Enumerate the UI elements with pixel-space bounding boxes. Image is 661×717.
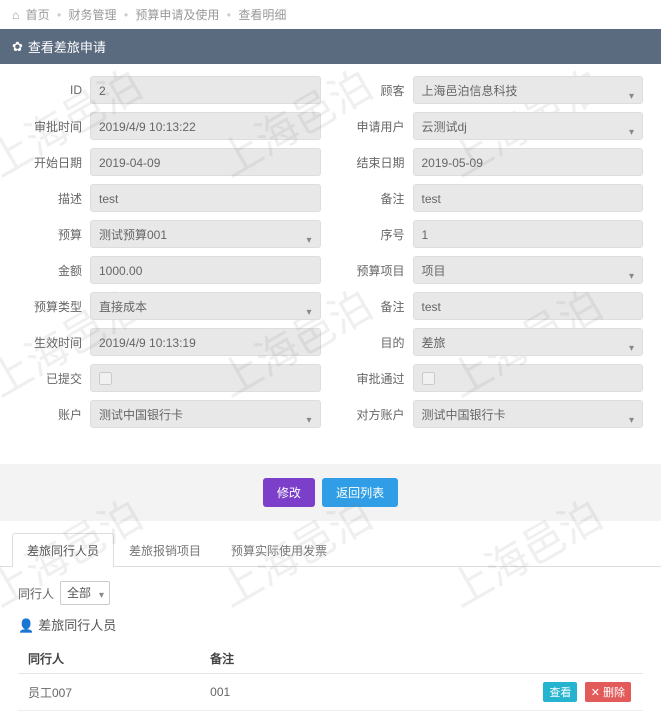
chevron-right-icon: • xyxy=(57,8,61,22)
form-label: 已提交 xyxy=(18,370,90,387)
text-field[interactable]: test xyxy=(413,292,644,320)
checkbox[interactable] xyxy=(422,372,435,385)
panel-header: ✿ 查看差旅申请 xyxy=(0,29,661,64)
user-icon: 👤 xyxy=(18,618,34,633)
companions-table: 同行人 备注 员工007001查看 ✕ 删除 xyxy=(18,640,643,711)
tabs: 差旅同行人员差旅报销项目预算实际使用发票 xyxy=(0,533,661,567)
text-field[interactable]: 2019-05-09 xyxy=(413,148,644,176)
table-header-person: 同行人 xyxy=(18,640,200,674)
form-label: ID xyxy=(18,83,90,97)
filter-row: 同行人 全部 xyxy=(18,581,643,605)
form-label: 备注 xyxy=(341,298,413,315)
select-field[interactable]: 上海邑泊信息科技 xyxy=(413,76,644,104)
subheader-text: 差旅同行人员 xyxy=(38,618,116,633)
cell-remark: 001 xyxy=(200,674,325,711)
form-label: 开始日期 xyxy=(18,154,90,171)
text-field[interactable]: 1 xyxy=(413,220,644,248)
table-header-remark: 备注 xyxy=(200,640,325,674)
select-field[interactable]: 测试预算001 xyxy=(90,220,321,248)
form-label: 金额 xyxy=(18,262,90,279)
cell-person: 员工007 xyxy=(18,674,200,711)
form-label: 序号 xyxy=(341,226,413,243)
home-icon: ⌂ xyxy=(12,8,19,22)
select-field[interactable]: 项目 xyxy=(413,256,644,284)
text-field[interactable]: 2019/4/9 10:13:19 xyxy=(90,328,321,356)
form-label: 审批时间 xyxy=(18,118,90,135)
form-label: 顾客 xyxy=(341,82,413,99)
text-field[interactable]: 2 xyxy=(90,76,321,104)
select-field[interactable]: 云测试dj xyxy=(413,112,644,140)
select-field[interactable]: 测试中国银行卡 xyxy=(90,400,321,428)
cell-actions: 查看 ✕ 删除 xyxy=(325,674,643,711)
text-field[interactable]: 1000.00 xyxy=(90,256,321,284)
tab-content: 同行人 全部 👤差旅同行人员 同行人 备注 员工007001查看 ✕ 删除 xyxy=(0,567,661,717)
subheader: 👤 差旅同行人员 xyxy=(18,615,643,634)
form-label: 备注 xyxy=(341,190,413,207)
text-field[interactable]: test xyxy=(90,184,321,212)
panel-title: 查看差旅申请 xyxy=(28,37,106,56)
checkbox-field[interactable] xyxy=(413,364,644,392)
action-bar: 修改 返回列表 xyxy=(0,464,661,521)
view-button[interactable]: 查看 xyxy=(543,682,577,702)
checkbox[interactable] xyxy=(99,372,112,385)
breadcrumb-item[interactable]: 查看明细 xyxy=(238,8,286,22)
form-label: 预算类型 xyxy=(18,298,90,315)
return-list-button[interactable]: 返回列表 xyxy=(322,478,398,507)
checkbox-field[interactable] xyxy=(90,364,321,392)
form-label: 描述 xyxy=(18,190,90,207)
form-label: 结束日期 xyxy=(341,154,413,171)
form-area: ID2 顾客上海邑泊信息科技审批时间2019/4/9 10:13:22 申请用户云测… xyxy=(0,64,661,454)
table-row: 员工007001查看 ✕ 删除 xyxy=(18,674,643,711)
form-label: 审批通过 xyxy=(341,370,413,387)
chevron-right-icon: • xyxy=(124,8,128,22)
text-field[interactable]: 2019/4/9 10:13:22 xyxy=(90,112,321,140)
modify-button[interactable]: 修改 xyxy=(263,478,315,507)
breadcrumb-item[interactable]: 财务管理 xyxy=(69,8,117,22)
breadcrumb-item[interactable]: 首页 xyxy=(26,8,50,22)
tab[interactable]: 差旅同行人员 xyxy=(12,533,114,567)
form-label: 预算 xyxy=(18,226,90,243)
tab[interactable]: 差旅报销项目 xyxy=(114,533,216,567)
form-label: 账户 xyxy=(18,406,90,423)
filter-label: 同行人 xyxy=(18,585,54,602)
select-field[interactable]: 直接成本 xyxy=(90,292,321,320)
gear-icon: ✿ xyxy=(12,39,23,55)
breadcrumb-item[interactable]: 预算申请及使用 xyxy=(135,8,219,22)
text-field[interactable]: test xyxy=(413,184,644,212)
breadcrumb: ⌂ 首页 • 财务管理 • 预算申请及使用 • 查看明细 xyxy=(0,0,661,29)
filter-select[interactable]: 全部 xyxy=(60,581,110,605)
text-field[interactable]: 2019-04-09 xyxy=(90,148,321,176)
tab[interactable]: 预算实际使用发票 xyxy=(216,533,342,567)
form-label: 申请用户 xyxy=(341,118,413,135)
form-label: 预算项目 xyxy=(341,262,413,279)
form-label: 目的 xyxy=(341,334,413,351)
select-field[interactable]: 测试中国银行卡 xyxy=(413,400,644,428)
chevron-right-icon: • xyxy=(227,8,231,22)
form-label: 生效时间 xyxy=(18,334,90,351)
delete-button[interactable]: ✕ 删除 xyxy=(585,682,631,702)
form-label: 对方账户 xyxy=(341,406,413,423)
select-field[interactable]: 差旅 xyxy=(413,328,644,356)
